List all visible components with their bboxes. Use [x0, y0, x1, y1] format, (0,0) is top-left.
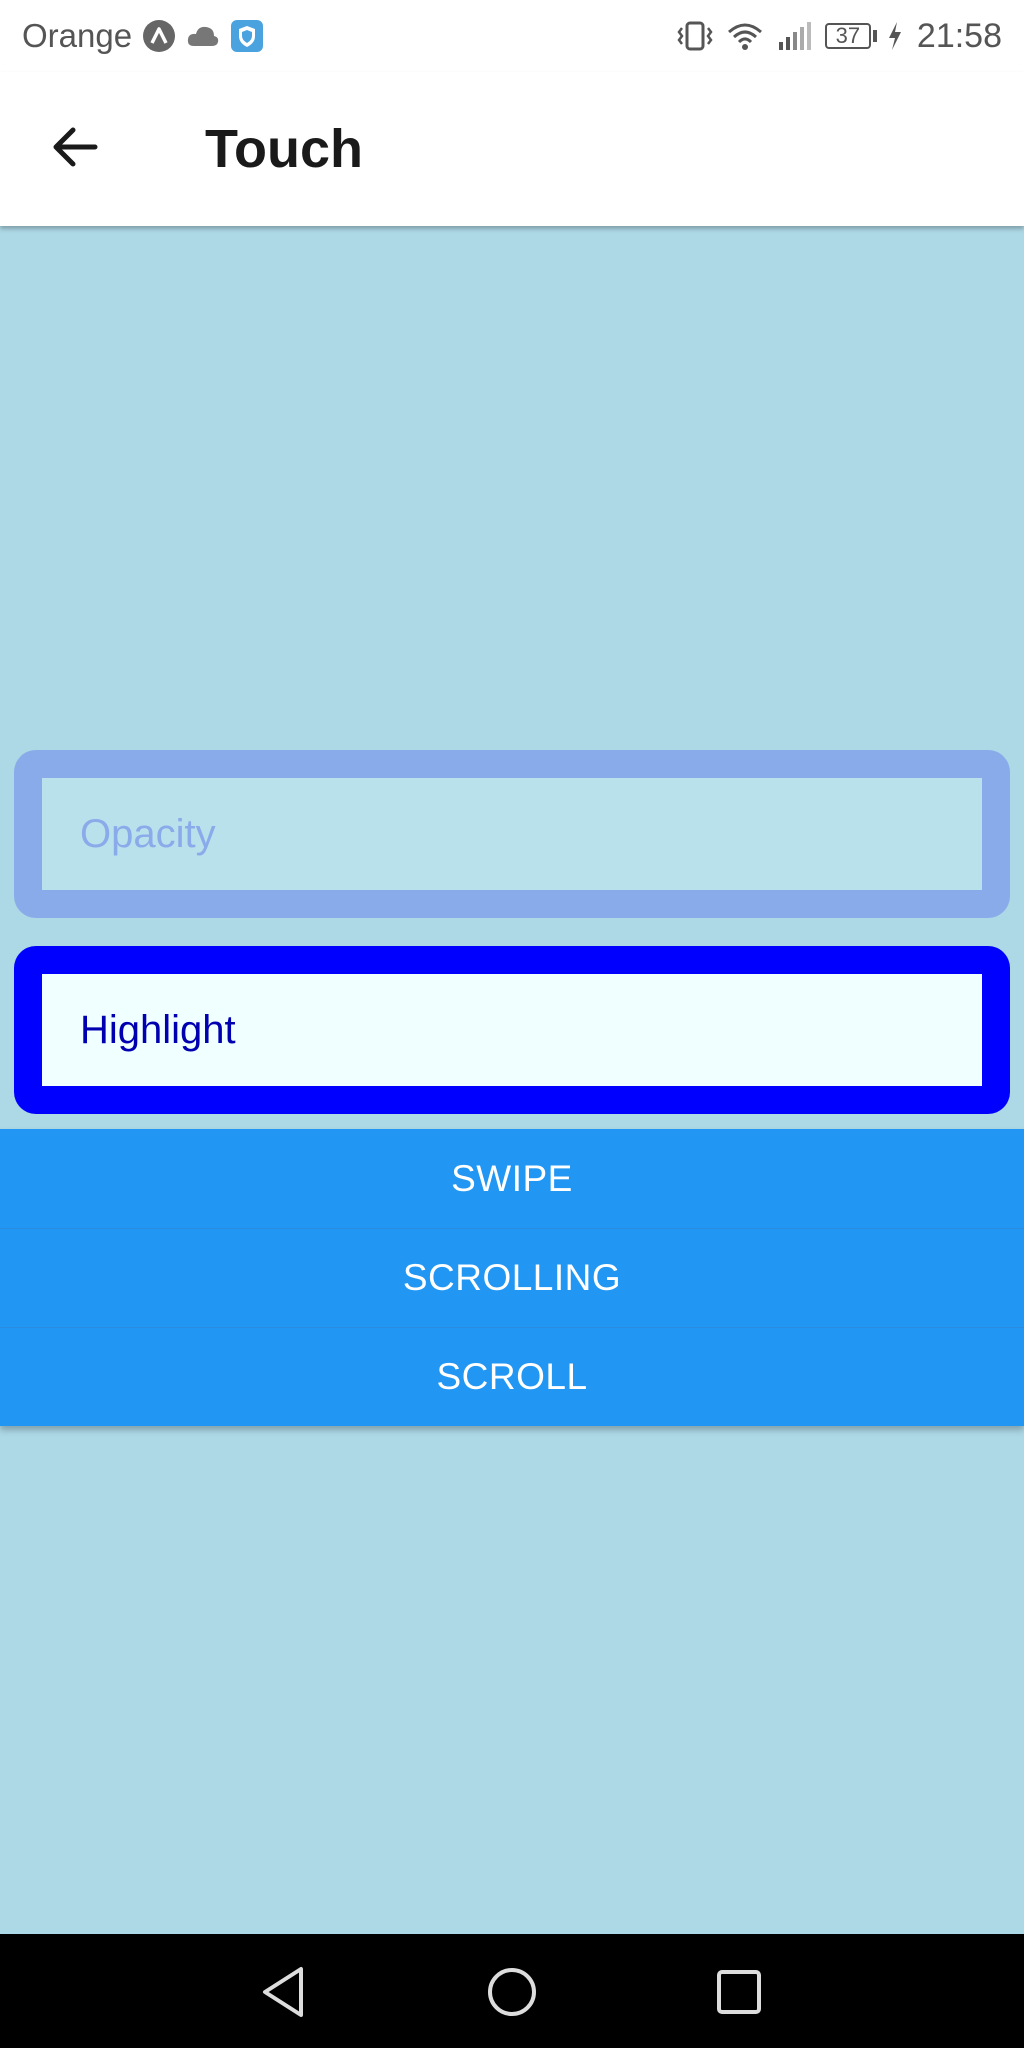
status-left: Orange [22, 17, 264, 55]
button-stack: SWIPE SCROLLING SCROLL [0, 1129, 1024, 1426]
battery-level: 37 [835, 23, 861, 48]
highlight-label: Highlight [80, 1007, 236, 1052]
app-bar: Touch [0, 72, 1024, 226]
page-title: Touch [205, 119, 363, 179]
signal-icon [775, 20, 815, 52]
status-bar: Orange 37 21:58 [0, 0, 1024, 72]
battery-tip [872, 30, 877, 42]
android-badge-icon [142, 19, 176, 53]
nav-recents-button[interactable] [709, 1962, 769, 2022]
scrolling-button[interactable]: SCROLLING [0, 1228, 1024, 1327]
vibrate-icon [675, 20, 715, 52]
nav-back-button[interactable] [254, 1962, 314, 2022]
swipe-button[interactable]: SWIPE [0, 1129, 1024, 1228]
scroll-button[interactable]: SCROLL [0, 1327, 1024, 1426]
status-right: 37 21:58 [675, 17, 1002, 56]
charging-bolt-icon [887, 21, 903, 51]
highlight-inner: Highlight [42, 974, 982, 1086]
content-area: Opacity Highlight SWIPE SCROLLING SCROLL [0, 226, 1024, 1934]
highlight-touchable[interactable]: Highlight [14, 946, 1010, 1114]
shield-icon [230, 19, 264, 53]
recents-square-icon [717, 1970, 761, 2014]
home-circle-icon [488, 1968, 536, 2016]
nav-home-button[interactable] [482, 1962, 542, 2022]
cloud-icon [186, 24, 220, 48]
arrow-left-icon [53, 127, 98, 167]
clock: 21:58 [916, 16, 1002, 55]
battery-icon: 37 [824, 23, 871, 49]
back-triangle-icon [263, 1967, 303, 2017]
back-button[interactable] [40, 112, 110, 182]
opacity-inner: Opacity [42, 778, 982, 890]
carrier-name: Orange [22, 17, 133, 54]
opacity-label: Opacity [80, 811, 216, 856]
opacity-touchable[interactable]: Opacity [14, 750, 1010, 918]
wifi-icon [725, 20, 765, 52]
navigation-bar [0, 1934, 1024, 2048]
